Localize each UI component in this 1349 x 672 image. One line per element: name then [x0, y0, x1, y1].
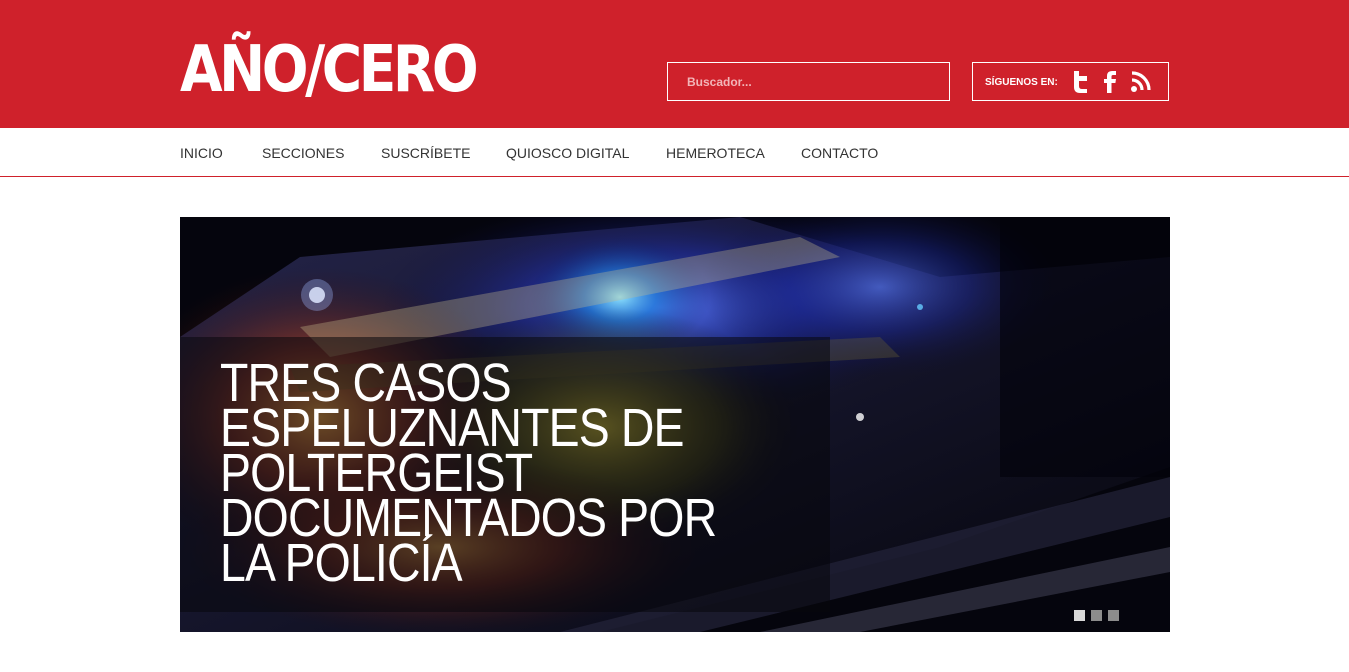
search-box[interactable] [667, 62, 950, 101]
slider-dot-2[interactable] [1091, 610, 1102, 621]
nav-item-suscribete[interactable]: SUSCRÍBETE [381, 145, 470, 161]
nav-item-secciones[interactable]: SECCIONES [262, 145, 344, 161]
nav-item-hemeroteca[interactable]: HEMEROTECA [666, 145, 765, 161]
main-nav: INICIO SECCIONES SUSCRÍBETE QUIOSCO DIGI… [0, 128, 1349, 177]
nav-item-quiosco-digital[interactable]: QUIOSCO DIGITAL [506, 145, 629, 161]
hero-title[interactable]: TRES CASOS ESPELUZNANTES DE POLTERGEIST … [220, 356, 736, 590]
site-logo[interactable]: AÑO/CERO [180, 34, 479, 106]
facebook-icon[interactable] [1103, 70, 1117, 94]
social-label: SÍGUENOS EN: [985, 77, 1058, 88]
site-header: AÑO/CERO SÍGUENOS EN: [0, 0, 1349, 128]
search-input[interactable] [668, 63, 949, 100]
hero-caption[interactable]: TRES CASOS ESPELUZNANTES DE POLTERGEIST … [180, 337, 830, 612]
twitter-icon[interactable] [1071, 70, 1091, 94]
slider-dot-1[interactable] [1074, 610, 1085, 621]
nav-item-contacto[interactable]: CONTACTO [801, 145, 878, 161]
hero-slider[interactable]: TRES CASOS ESPELUZNANTES DE POLTERGEIST … [180, 217, 1170, 632]
rss-icon[interactable] [1130, 70, 1152, 94]
social-box: SÍGUENOS EN: [972, 62, 1169, 101]
slider-dot-3[interactable] [1108, 610, 1119, 621]
nav-item-inicio[interactable]: INICIO [180, 145, 223, 161]
